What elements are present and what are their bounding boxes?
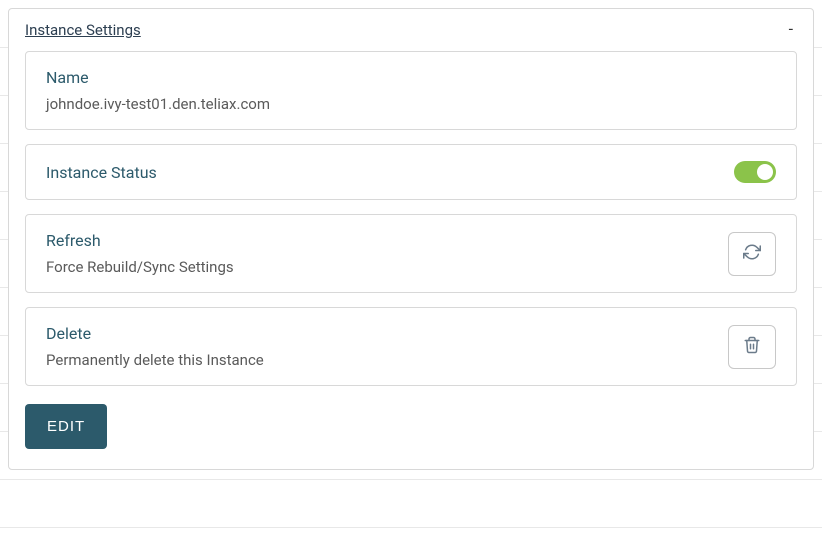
refresh-description: Force Rebuild/Sync Settings	[46, 258, 728, 276]
delete-label: Delete	[46, 324, 728, 343]
toggle-knob	[757, 164, 773, 180]
collapse-toggle[interactable]: -	[785, 21, 797, 37]
refresh-icon	[743, 243, 761, 264]
delete-button[interactable]	[728, 325, 776, 369]
name-value: johndoe.ivy-test01.den.teliax.com	[46, 95, 776, 113]
trash-icon	[743, 336, 761, 357]
instance-settings-panel: Instance Settings - Name johndoe.ivy-tes…	[8, 8, 814, 470]
panel-header: Instance Settings -	[25, 21, 797, 39]
name-card: Name johndoe.ivy-test01.den.teliax.com	[25, 51, 797, 130]
delete-card: Delete Permanently delete this Instance	[25, 307, 797, 386]
status-toggle[interactable]	[734, 161, 776, 183]
edit-button[interactable]: EDIT	[25, 404, 107, 449]
status-card: Instance Status	[25, 144, 797, 200]
panel-title-link[interactable]: Instance Settings	[25, 21, 141, 39]
refresh-card: Refresh Force Rebuild/Sync Settings	[25, 214, 797, 293]
name-label: Name	[46, 68, 776, 87]
status-label: Instance Status	[46, 163, 734, 182]
refresh-button[interactable]	[728, 232, 776, 276]
refresh-label: Refresh	[46, 231, 728, 250]
delete-description: Permanently delete this Instance	[46, 351, 728, 369]
